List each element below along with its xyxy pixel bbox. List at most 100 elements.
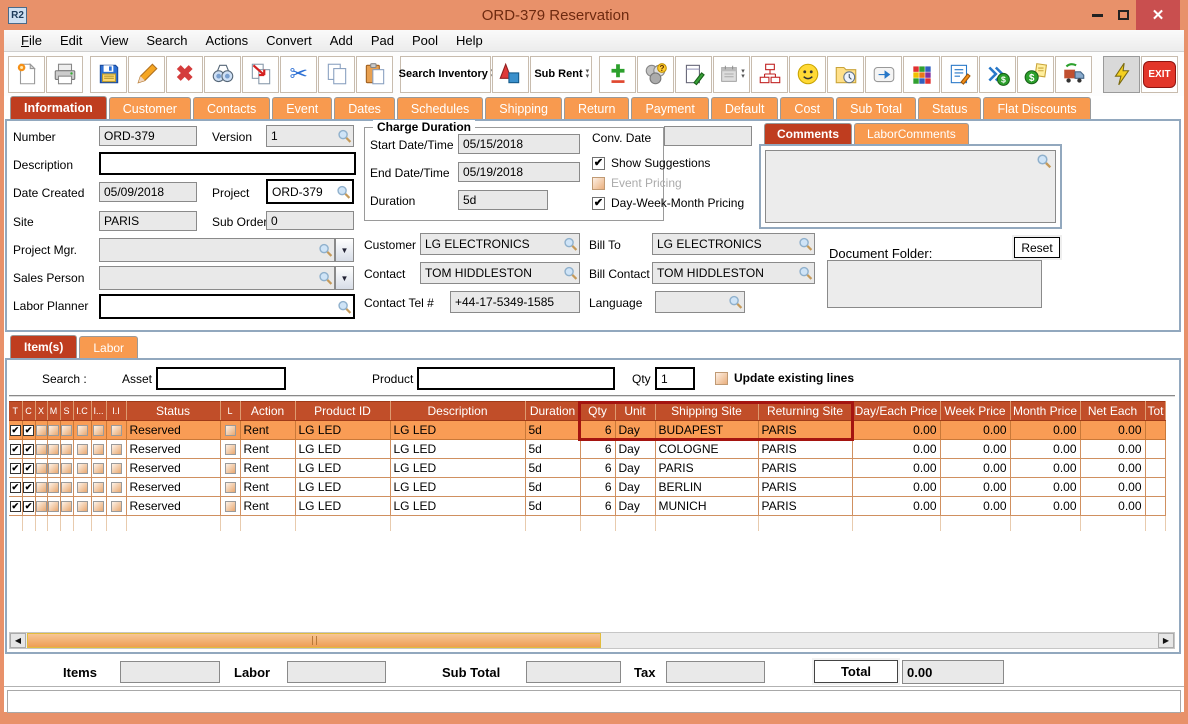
col-net-each[interactable]: Net Each — [1080, 401, 1146, 421]
copy-button[interactable] — [318, 55, 356, 93]
project-mgr-field[interactable] — [99, 238, 335, 262]
contact-field[interactable]: TOM HIDDLESTON — [420, 262, 580, 284]
col-description[interactable]: Description — [390, 401, 526, 421]
qty-input[interactable]: 1 — [655, 367, 695, 390]
money-forward-button[interactable]: $ — [979, 55, 1016, 93]
col-i1[interactable]: I... — [91, 401, 107, 421]
sales-person-field[interactable] — [99, 266, 335, 290]
row-checkbox[interactable] — [35, 500, 46, 512]
col-x[interactable]: X — [35, 401, 48, 421]
horizontal-scrollbar[interactable]: ◀ ▶ — [9, 632, 1175, 649]
menu-search[interactable]: Search — [137, 31, 196, 50]
row-checkbox[interactable] — [224, 462, 236, 474]
key-forward-button[interactable] — [865, 55, 902, 93]
new-document-button[interactable] — [8, 55, 45, 93]
row-checkbox[interactable] — [48, 462, 59, 474]
row-checkbox[interactable] — [93, 481, 104, 493]
row-checkbox[interactable]: ✔ — [9, 424, 21, 436]
shapes-3d-button[interactable] — [491, 55, 529, 93]
row-checkbox[interactable] — [48, 443, 59, 455]
tab-items[interactable]: Item(s) — [10, 335, 78, 358]
menu-add[interactable]: Add — [321, 31, 362, 50]
tab-schedules[interactable]: Schedules — [396, 97, 484, 119]
col-month-price[interactable]: Month Price — [1010, 401, 1081, 421]
col-c[interactable]: C — [22, 401, 36, 421]
project-mgr-dropdown[interactable]: ▼ — [335, 238, 354, 262]
row-checkbox[interactable] — [110, 443, 122, 455]
col-day-each-price[interactable]: Day/Each Price — [852, 401, 941, 421]
grid-row-1[interactable]: ✔ ✔ Reserved Rent LG LED LG LED 5d 6 Day… — [9, 420, 1166, 440]
print-button[interactable] — [46, 55, 83, 93]
col-qty[interactable]: Qty — [580, 401, 616, 421]
bill-to-field[interactable]: LG ELECTRONICS — [652, 233, 815, 255]
project-mgr-search-icon[interactable] — [318, 243, 333, 258]
row-checkbox[interactable] — [61, 462, 72, 474]
row-checkbox[interactable]: ✔ — [9, 462, 21, 474]
truck-return-button[interactable] — [1055, 55, 1092, 93]
tab-labor-comments[interactable]: LaborComments — [854, 123, 969, 144]
row-checkbox[interactable] — [76, 462, 88, 474]
col-status[interactable]: Status — [126, 401, 221, 421]
scrollbar-thumb[interactable] — [27, 633, 601, 648]
minimize-button[interactable] — [1084, 2, 1110, 28]
tab-cost[interactable]: Cost — [780, 97, 835, 119]
grid-row-2[interactable]: ✔ ✔ Reserved Rent LG LED LG LED 5d 6 Day… — [9, 439, 1166, 459]
document-folder-field[interactable] — [827, 260, 1042, 308]
bill-contact-field[interactable]: TOM HIDDLESTON — [652, 262, 815, 284]
conv-date-field[interactable] — [664, 126, 752, 146]
row-checkbox[interactable] — [61, 481, 72, 493]
product-search-input[interactable] — [417, 367, 615, 390]
row-checkbox[interactable] — [61, 424, 72, 436]
smiley-button[interactable] — [789, 55, 826, 93]
contact-search-icon[interactable] — [563, 266, 578, 281]
tab-event[interactable]: Event — [272, 97, 333, 119]
labor-planner-search-icon[interactable] — [337, 299, 352, 314]
add-line-button[interactable] — [599, 55, 636, 93]
col-product-id[interactable]: Product ID — [295, 401, 391, 421]
sales-person-dropdown[interactable]: ▼ — [335, 266, 354, 290]
menu-pad[interactable]: Pad — [362, 31, 403, 50]
project-field[interactable]: ORD-379 — [266, 179, 354, 204]
maximize-button[interactable] — [1110, 2, 1136, 28]
notepad-edit-button[interactable] — [675, 55, 712, 93]
sub-rent-dropdown[interactable]: ▾ ▾ — [586, 68, 590, 80]
comments-search-icon[interactable] — [1036, 153, 1052, 169]
row-checkbox[interactable] — [76, 481, 88, 493]
reset-button[interactable]: Reset — [1014, 237, 1060, 258]
row-checkbox[interactable] — [48, 500, 59, 512]
duration-field[interactable]: 5d — [458, 190, 548, 210]
tab-return[interactable]: Return — [563, 97, 630, 119]
start-date-field[interactable]: 05/15/2018 — [458, 134, 580, 154]
row-checkbox[interactable] — [61, 443, 72, 455]
money-notes-button[interactable]: $ — [1017, 55, 1054, 93]
contact-tel-field[interactable]: +44-17-5349-1585 — [450, 291, 580, 313]
row-checkbox[interactable]: ✔ — [9, 443, 21, 455]
version-field[interactable]: 1 — [266, 125, 354, 147]
row-checkbox[interactable] — [76, 500, 88, 512]
quick-action-button[interactable] — [1103, 55, 1140, 93]
bill-contact-search-icon[interactable] — [798, 266, 813, 281]
close-button[interactable]: ✕ — [1136, 0, 1180, 30]
description-field[interactable] — [99, 152, 356, 175]
row-checkbox[interactable]: ✔ — [23, 462, 34, 474]
col-tot[interactable]: Tot — [1145, 401, 1166, 421]
language-search-icon[interactable] — [728, 295, 743, 310]
customer-search-icon[interactable] — [563, 237, 578, 252]
language-field[interactable] — [655, 291, 745, 313]
col-ic[interactable]: I.C — [73, 401, 92, 421]
tab-sub-total[interactable]: Sub Total — [836, 97, 917, 119]
row-checkbox[interactable]: ✔ — [9, 481, 21, 493]
tab-flat-discounts[interactable]: Flat Discounts — [983, 97, 1091, 119]
cube-button[interactable] — [903, 55, 940, 93]
calendar-dropdown[interactable]: ▾ ▾ — [741, 68, 745, 80]
row-checkbox[interactable] — [224, 500, 236, 512]
row-checkbox[interactable] — [110, 462, 122, 474]
menu-file[interactable]: File — [12, 31, 51, 50]
transfer-lines-button[interactable] — [242, 55, 280, 93]
grid-row-3[interactable]: ✔ ✔ Reserved Rent LG LED LG LED 5d 6 Day… — [9, 458, 1166, 478]
row-checkbox[interactable]: ✔ — [23, 481, 34, 493]
tab-information[interactable]: Information — [10, 96, 107, 119]
end-date-field[interactable]: 05/19/2018 — [458, 162, 580, 182]
version-search-icon[interactable] — [337, 129, 352, 144]
org-chart-button[interactable] — [751, 55, 788, 93]
